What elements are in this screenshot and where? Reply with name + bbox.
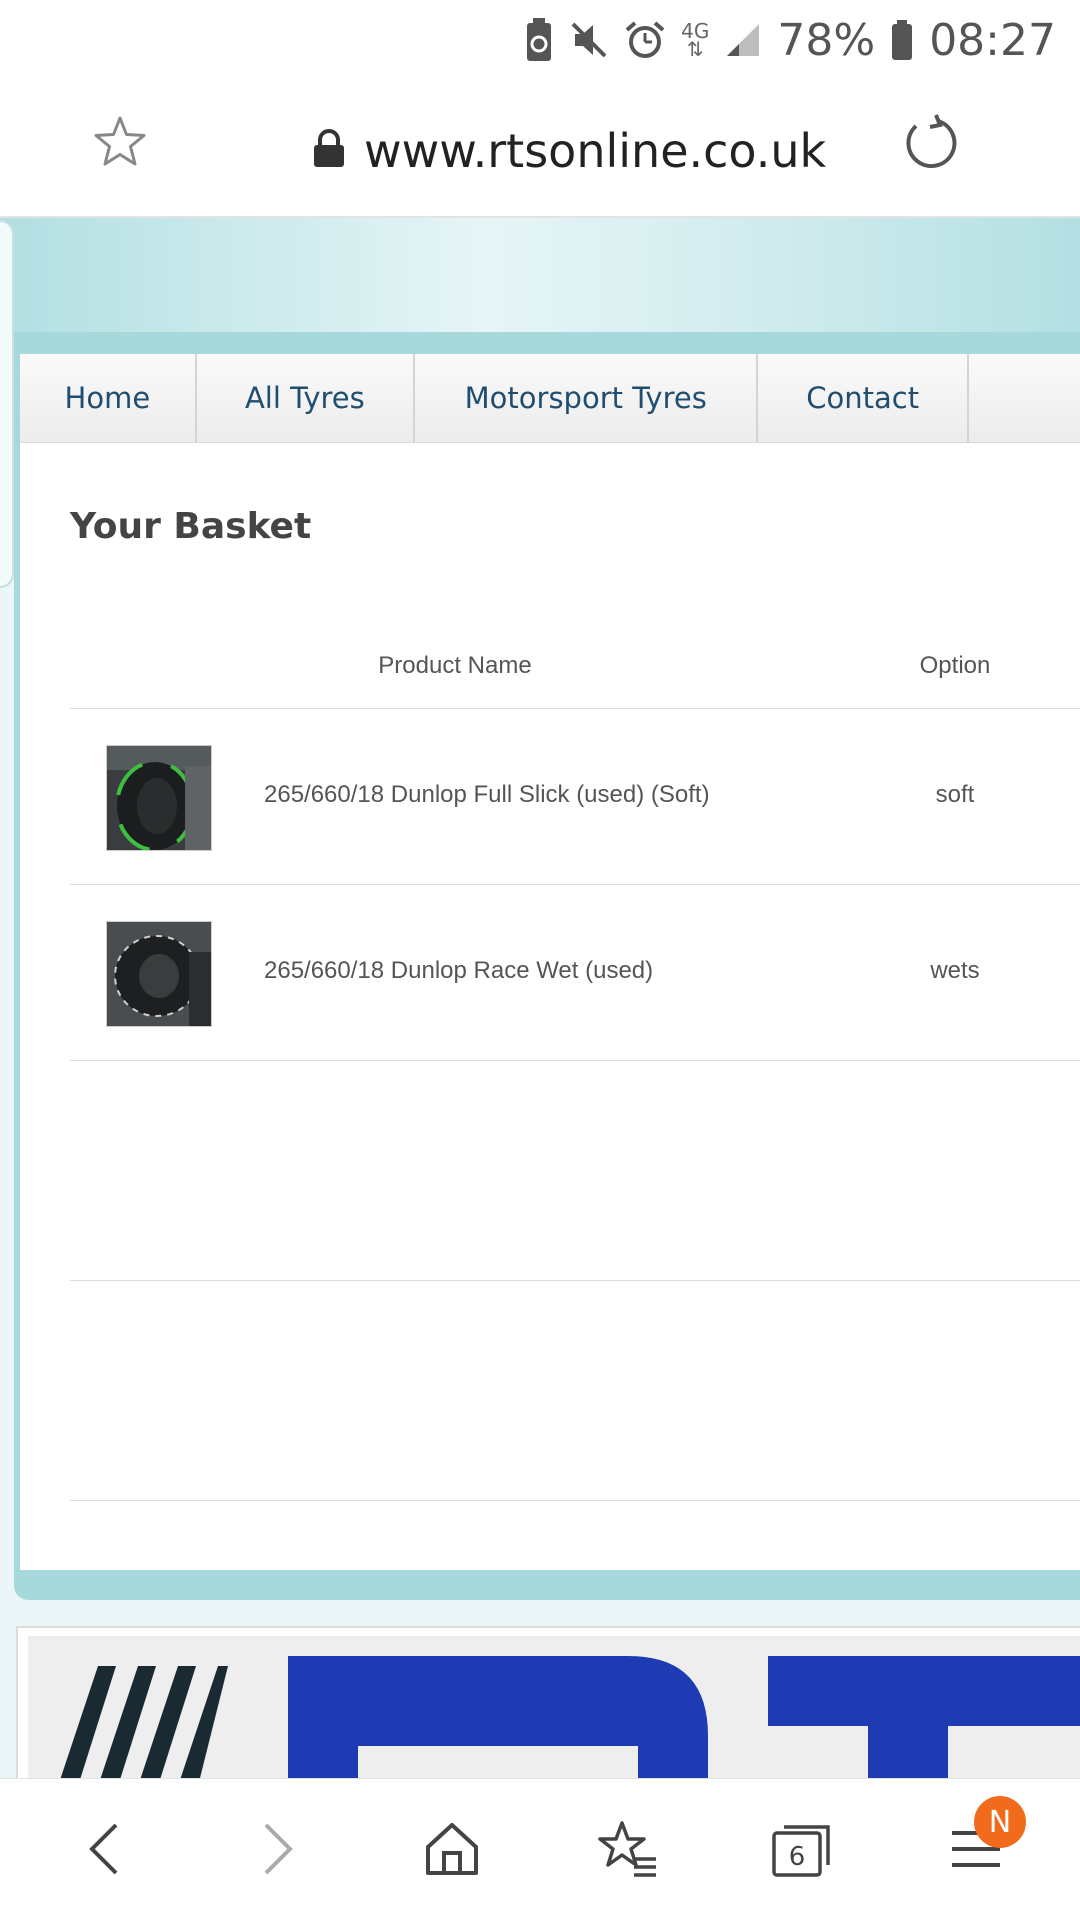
forward-icon[interactable] [238, 1809, 318, 1889]
network-4g-icon: 4G ⇅ [681, 19, 710, 61]
url-field[interactable]: www.rtsonline.co.uk [312, 116, 826, 186]
nav-motorsport-tyres[interactable]: Motorsport Tyres [415, 354, 759, 442]
page-title: Your Basket [70, 506, 312, 547]
browser-bottom-nav: 6 [0, 1778, 1080, 1921]
clock: 08:27 [929, 14, 1056, 66]
address-bar: www.rtsonline.co.uk [0, 80, 1080, 218]
basket-table: Product Name Option 265/660/18 Dunlop Fu… [70, 624, 1080, 1501]
nav-all-tyres[interactable]: All Tyres [197, 354, 416, 442]
battery-saver-icon [525, 18, 553, 62]
nav-home[interactable]: Home [20, 354, 197, 442]
header-banner [0, 218, 1080, 334]
slick-tyre-image[interactable] [106, 745, 212, 851]
wet-tyre-image[interactable] [106, 921, 212, 1027]
column-header-option: Option [919, 652, 991, 679]
alarm-icon [625, 20, 665, 60]
product-name[interactable]: 265/660/18 Dunlop Race Wet (used) [264, 957, 653, 985]
back-icon[interactable] [64, 1809, 144, 1889]
table-row-empty [70, 1061, 1080, 1281]
table-header: Product Name Option [70, 624, 1080, 709]
product-option: soft [935, 781, 975, 808]
rts-logo-banner-image [28, 1636, 1080, 1780]
home-icon[interactable] [412, 1809, 492, 1889]
side-drawer-handle[interactable] [0, 220, 14, 588]
main-content: Home All Tyres Motorsport Tyres Contact … [20, 354, 1080, 1570]
nav-more[interactable] [969, 354, 1080, 442]
bookmark-star-icon[interactable] [92, 114, 148, 175]
table-row: 265/660/18 Dunlop Full Slick (used) (Sof… [70, 709, 1080, 885]
mute-icon [569, 20, 609, 60]
table-row-empty [70, 1281, 1080, 1501]
product-name[interactable]: 265/660/18 Dunlop Full Slick (used) (Sof… [264, 781, 710, 809]
logo-banner [16, 1626, 1080, 1782]
web-page: Home All Tyres Motorsport Tyres Contact … [0, 218, 1080, 1782]
reload-icon[interactable] [900, 112, 960, 177]
status-icons: 4G ⇅ 78% 08:27 [525, 10, 1056, 70]
lock-icon [312, 128, 346, 174]
column-header-product-name: Product Name [378, 652, 532, 679]
nav-contact[interactable]: Contact [758, 354, 969, 442]
notification-badge: N [974, 1796, 1026, 1848]
url-text[interactable]: www.rtsonline.co.uk [364, 124, 826, 178]
site-nav: Home All Tyres Motorsport Tyres Contact [20, 354, 1080, 443]
battery-percent: 78% [777, 14, 876, 66]
signal-icon [725, 22, 761, 58]
status-bar: 4G ⇅ 78% 08:27 [0, 0, 1080, 80]
table-row: 265/660/18 Dunlop Race Wet (used) wets [70, 885, 1080, 1061]
network-type: 4G [681, 19, 710, 43]
product-option: wets [930, 957, 980, 984]
bookmarks-icon[interactable] [588, 1809, 668, 1889]
battery-icon [891, 20, 913, 60]
tab-count: 6 [789, 1842, 806, 1872]
tabs-icon[interactable]: 6 [762, 1809, 842, 1889]
